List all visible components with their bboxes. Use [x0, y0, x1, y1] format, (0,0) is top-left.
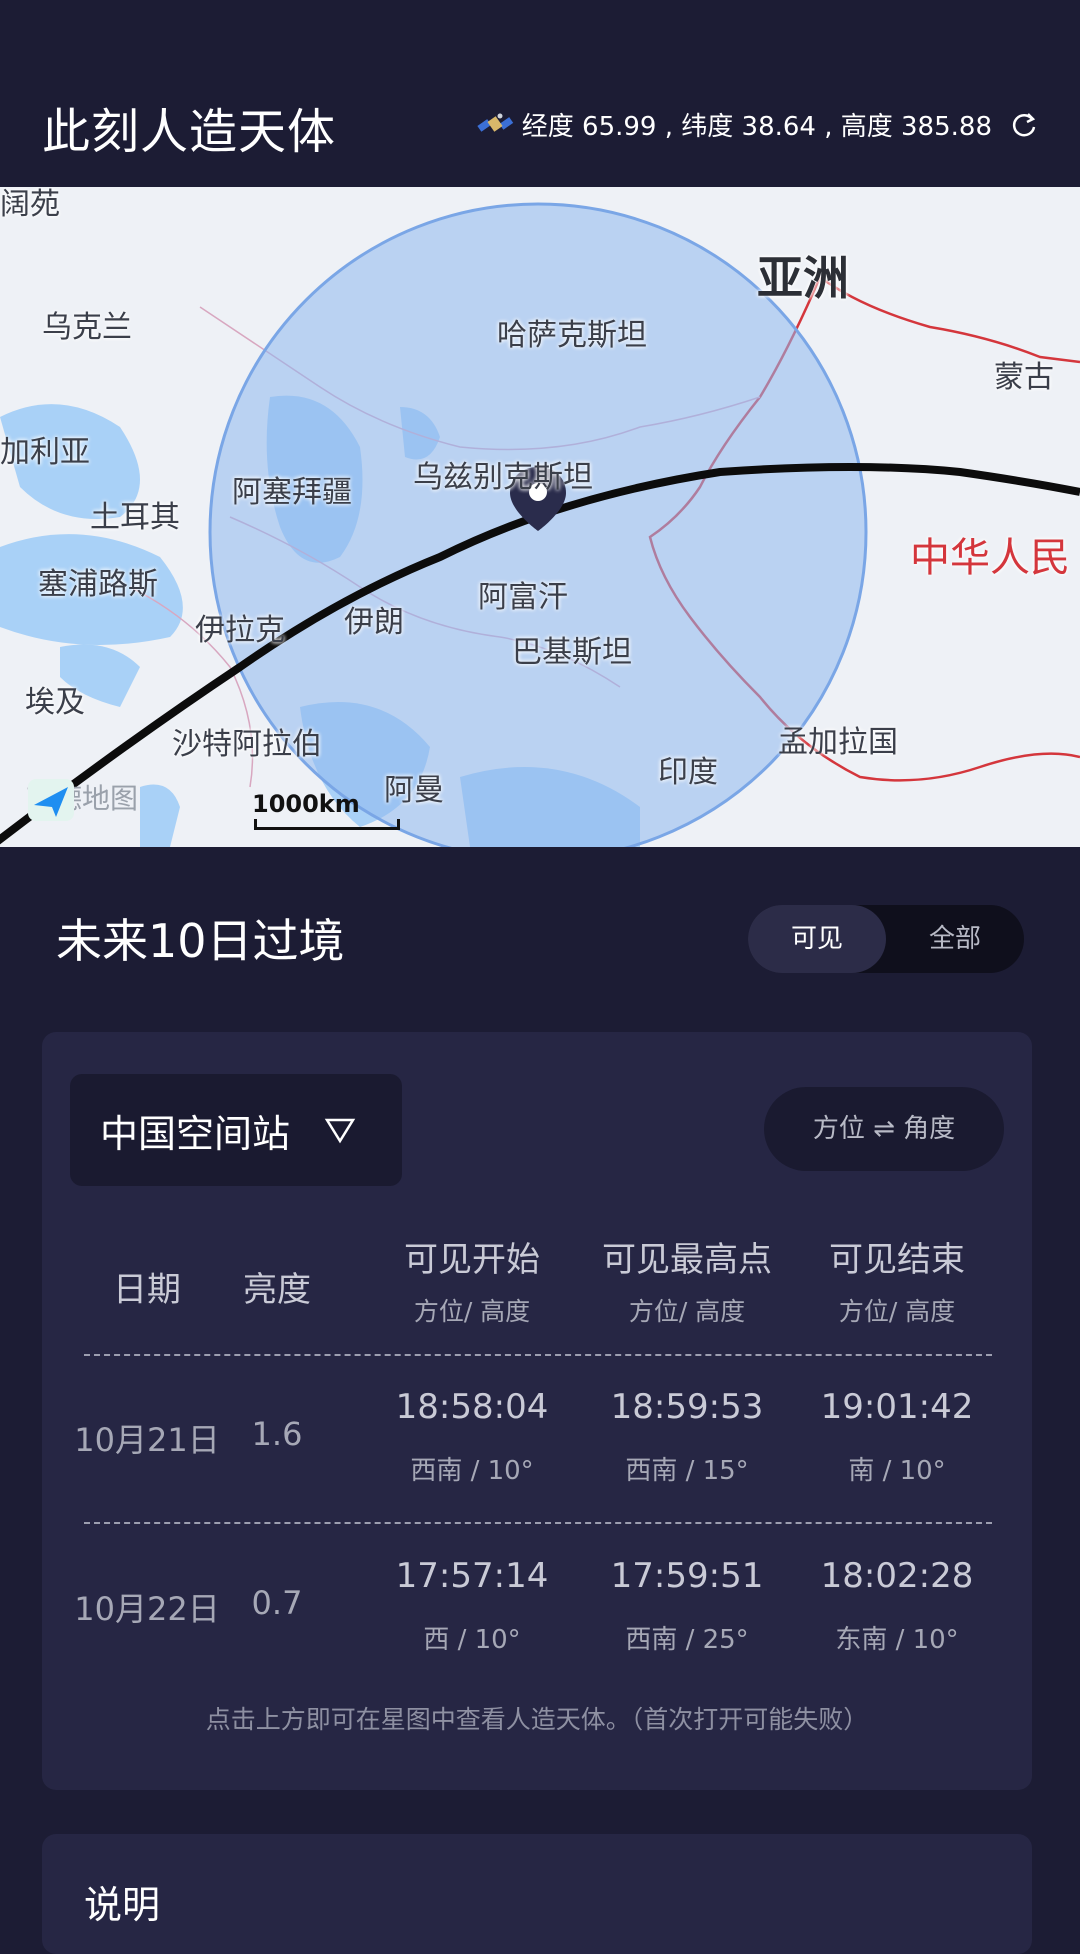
map-scale-text: 1000km — [252, 790, 360, 818]
map-label-china: 中华人民 — [910, 535, 1070, 581]
row-end-time: 18:02:28 — [820, 1556, 974, 1596]
divider — [84, 1522, 992, 1524]
col-brightness: 亮度 — [243, 1270, 311, 1310]
col-start: 可见开始 — [404, 1240, 540, 1280]
row-end-time: 19:01:42 — [820, 1387, 974, 1427]
map-label-iran: 伊朗 — [344, 605, 404, 640]
map-label-afghanistan: 阿富汗 — [478, 580, 568, 615]
row-start-pos: 西南 / 10° — [410, 1456, 534, 1486]
map-label-mongolia: 蒙古 — [994, 360, 1054, 395]
satellite-icon — [477, 113, 513, 132]
page-title: 此刻人造天体 — [42, 104, 337, 160]
map-label-asia: 亚洲 — [757, 251, 849, 305]
col-start-sub: 方位/ 高度 — [413, 1297, 531, 1326]
divider — [84, 1354, 992, 1356]
visibility-toggle[interactable]: 可见 全部 — [748, 905, 1024, 973]
map-label-kazakhstan: 哈萨克斯坦 — [497, 318, 647, 353]
map-label-bulgaria: 加利亚 — [0, 435, 90, 470]
row-peak-time: 17:59:51 — [610, 1556, 764, 1596]
toggle-visible[interactable]: 可见 — [748, 905, 886, 973]
row-peak-time: 18:59:53 — [610, 1387, 764, 1427]
map-label-bangladesh: 孟加拉国 — [778, 725, 898, 760]
map-label-turkey: 土耳其 — [90, 500, 180, 535]
row-start-time: 17:57:14 — [395, 1556, 549, 1596]
satellite-select[interactable]: 中国空间站 — [70, 1074, 402, 1186]
passes-title: 未来10日过境 — [56, 914, 345, 968]
map-label-azerbaijan: 阿塞拜疆 — [232, 475, 352, 510]
row-brightness: 0.7 — [251, 1584, 303, 1622]
coords-text: 经度 65.99 , 纬度 38.64 , 高度 385.88 — [521, 112, 992, 142]
swap-unit-button[interactable]: 方位 ⇌ 角度 — [764, 1087, 1004, 1171]
map-label-pakistan: 巴基斯坦 — [512, 635, 632, 670]
map-label-oman: 阿曼 — [384, 773, 444, 808]
dropdown-triangle-icon — [324, 1118, 356, 1144]
header: 此刻人造天体 经度 65.99 , 纬度 38.64 , 高度 385.88 — [0, 0, 1080, 187]
map-label-saudi: 沙特阿拉伯 — [172, 727, 322, 762]
refresh-icon[interactable] — [1010, 111, 1038, 139]
map-label-egypt: 埃及 — [25, 685, 85, 720]
row-end-pos: 东南 / 10° — [835, 1625, 959, 1655]
row-date: 10月22日 — [74, 1590, 220, 1628]
notes-title: 说明 — [84, 1883, 161, 1927]
satellite-position: 经度 65.99 , 纬度 38.64 , 高度 385.88 — [476, 106, 1038, 143]
map-label-uzbekistan: 乌兹别克斯坦 — [413, 460, 593, 495]
col-date: 日期 — [113, 1270, 181, 1310]
satellite-select-label: 中国空间站 — [100, 1111, 291, 1156]
satellite-map[interactable]: 亚洲 阔苑 乌克兰 哈萨克斯坦 蒙古 加利亚 阿塞拜疆 乌兹别克斯坦 土耳其 中… — [0, 187, 1080, 847]
notes-card: 说明 — [42, 1834, 1032, 1954]
col-peak-sub: 方位/ 高度 — [628, 1297, 746, 1326]
map-label-ukraine: 乌克兰 — [42, 310, 132, 345]
row-date: 10月21日 — [74, 1421, 220, 1459]
row-start-pos: 西 / 10° — [423, 1625, 521, 1655]
col-peak: 可见最高点 — [602, 1240, 772, 1280]
row-peak-pos: 西南 / 15° — [625, 1456, 749, 1486]
star-map-hint[interactable]: 点击上方即可在星图中查看人造天体。（首次打开可能失败） — [42, 1700, 1032, 1736]
map-label-cyprus: 塞浦路斯 — [38, 567, 158, 602]
col-end-sub: 方位/ 高度 — [838, 1297, 956, 1326]
row-start-time: 18:58:04 — [395, 1387, 549, 1427]
amap-logo-icon — [28, 779, 74, 821]
map-label-corner: 阔苑 — [0, 187, 60, 222]
row-peak-pos: 西南 / 25° — [625, 1625, 749, 1655]
col-end: 可见结束 — [829, 1240, 965, 1280]
toggle-all[interactable]: 全部 — [886, 905, 1024, 973]
map-scale-bar — [254, 819, 400, 830]
row-end-pos: 南 / 10° — [848, 1456, 946, 1486]
map-label-iraq: 伊拉克 — [195, 613, 285, 648]
map-label-india: 印度 — [658, 755, 718, 790]
amap-logo: 高德地图 — [26, 777, 138, 821]
passes-card: 中国空间站 方位 ⇌ 角度 日期 亮度 可见开始 可见最高点 可见结束 方位/ … — [42, 1032, 1032, 1790]
row-brightness: 1.6 — [251, 1415, 303, 1453]
